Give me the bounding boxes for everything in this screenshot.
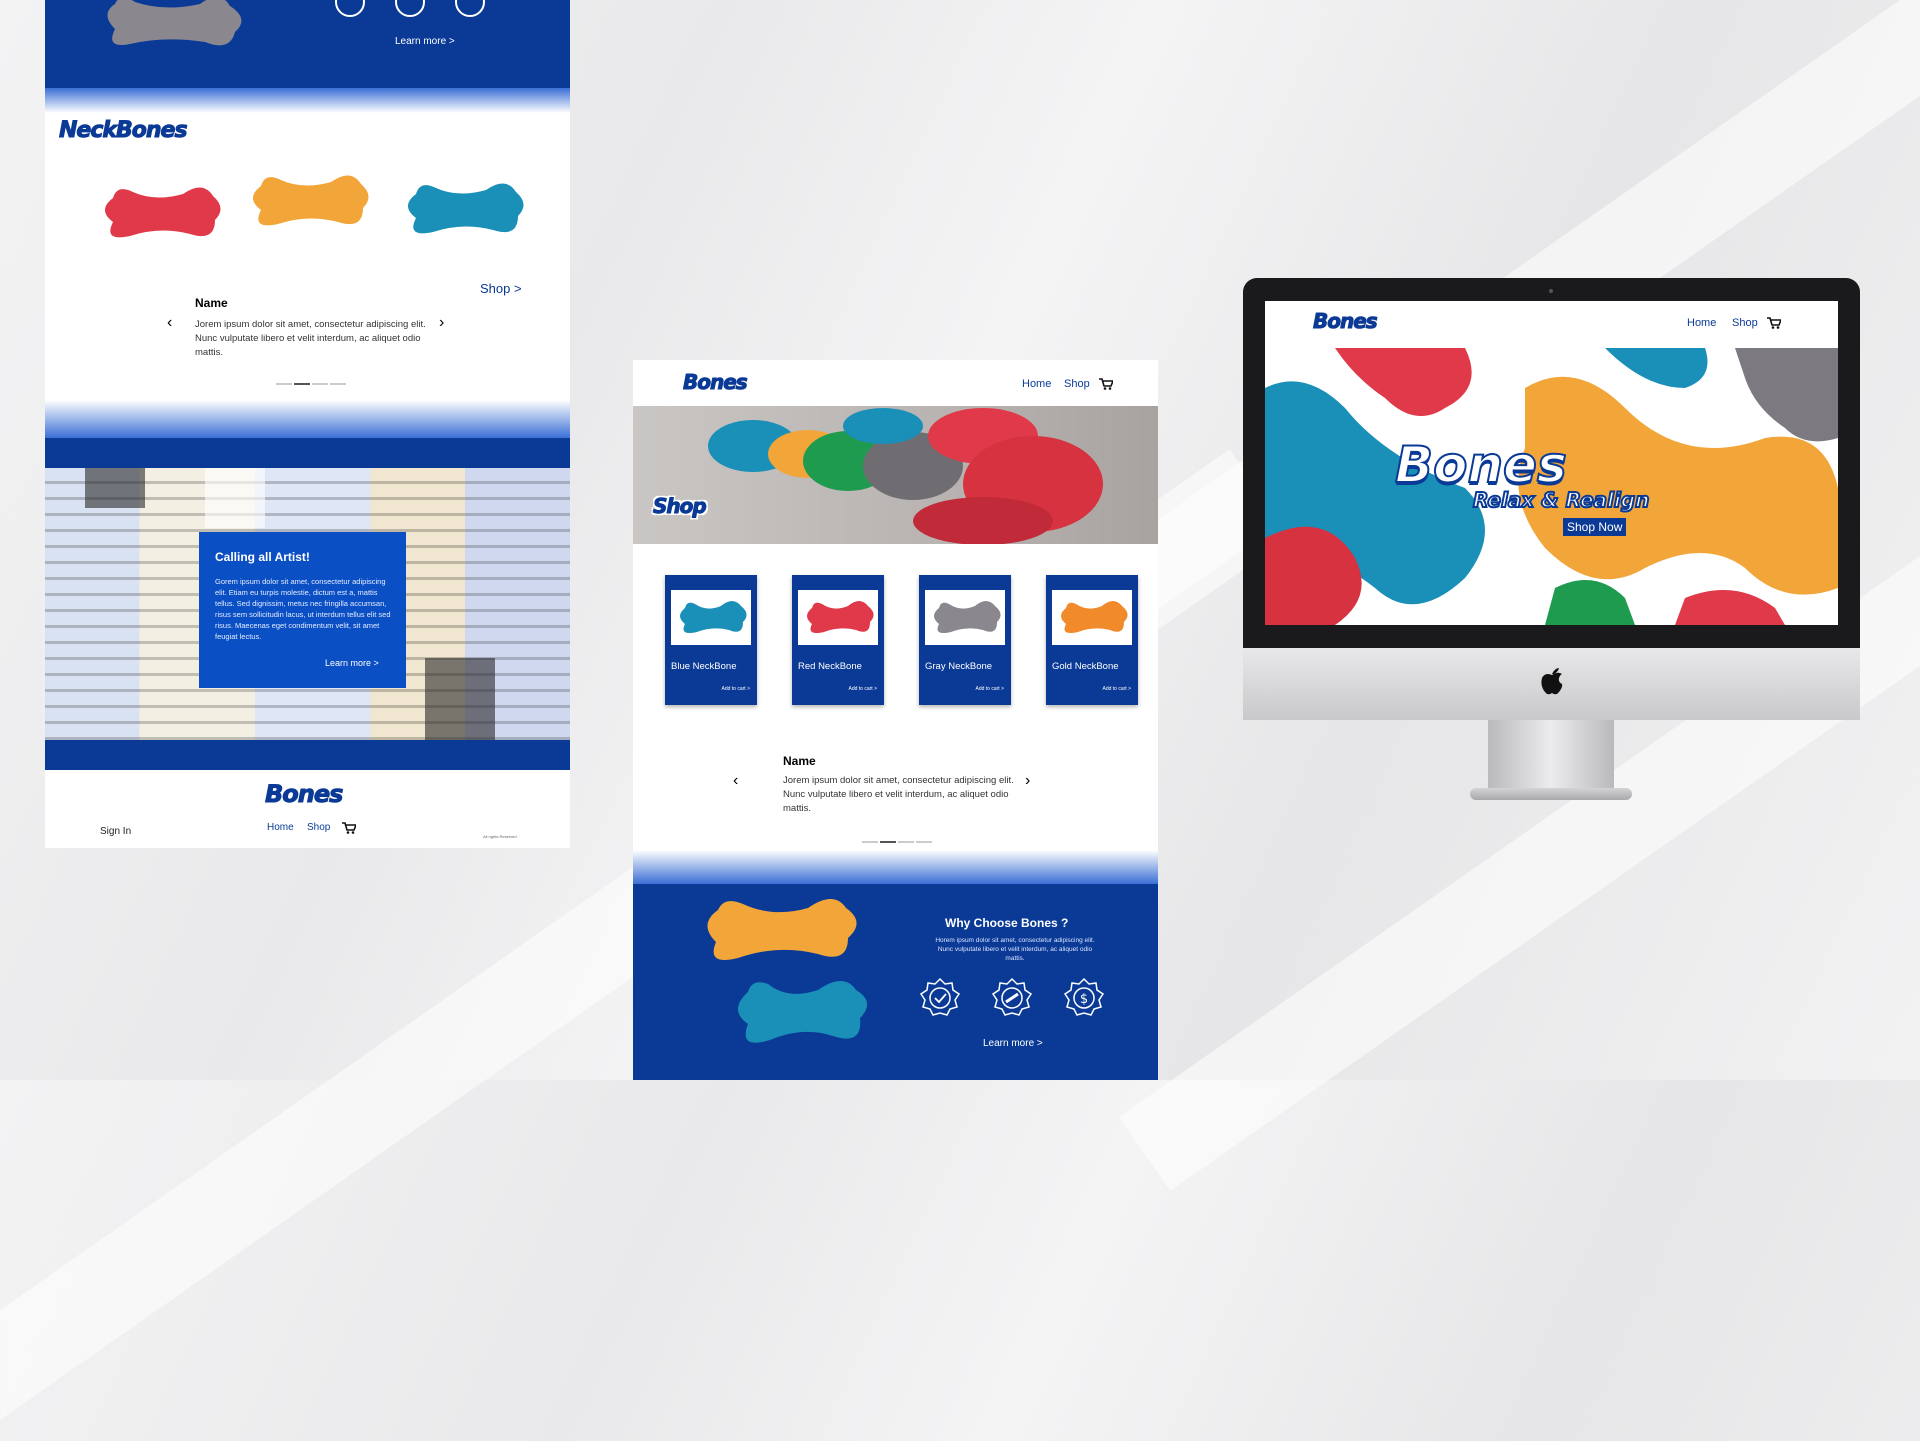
product-image[interactable] xyxy=(798,590,878,645)
svg-text:$: $ xyxy=(1080,992,1088,1007)
product-image[interactable] xyxy=(1052,590,1132,645)
testimonial-text: Jorem ipsum dolor sit amet, consectetur … xyxy=(783,775,1014,814)
gradient-fade xyxy=(45,400,570,438)
prev-arrow[interactable]: ‹ xyxy=(733,772,738,790)
artist-card-body: Gorem ipsum dolor sit amet, consectetur … xyxy=(215,577,391,641)
monitor-bezel: Bones Home Shop Bones Relax & Realign Sh… xyxy=(1243,278,1860,720)
nav-shop[interactable]: Shop xyxy=(1064,378,1090,390)
hero-image: Bones Relax & Realign Shop Now xyxy=(1265,348,1838,625)
testimonial-name: Name xyxy=(783,754,816,768)
hero-tagline: Relax & Realign xyxy=(1472,487,1650,513)
header-logo[interactable]: Bones xyxy=(683,370,749,395)
product-card[interactable]: Red NeckBone Add to cart > xyxy=(792,575,884,705)
product-bone-illustration xyxy=(1061,601,1128,633)
product-bone-illustration xyxy=(807,601,874,633)
product-grid: Blue NeckBone Add to cart > Red NeckBone… xyxy=(665,575,1138,705)
product-image[interactable] xyxy=(925,590,1005,645)
testimonial-name: Name xyxy=(195,296,228,310)
pillow-pile-illustration xyxy=(708,408,1103,545)
product-bone-illustration xyxy=(934,601,1001,633)
gradient-fade xyxy=(45,88,570,113)
left-page-mockup: Learn more > NeckBones Shop > ‹ Name Jor… xyxy=(45,0,570,848)
gold-bone-image[interactable] xyxy=(243,168,373,238)
next-arrow[interactable]: › xyxy=(1025,772,1030,790)
add-to-cart-link[interactable]: Add to cart > xyxy=(722,686,751,692)
add-to-cart-link[interactable]: Add to cart > xyxy=(849,686,878,692)
bone-badge-icon xyxy=(991,977,1033,1016)
blue-strip xyxy=(45,438,570,468)
footer-logo[interactable]: Bones xyxy=(264,780,343,809)
product-name: Red NeckBone xyxy=(798,661,862,672)
next-arrow[interactable]: › xyxy=(439,314,444,332)
gray-bone-image xyxy=(107,0,242,46)
product-image[interactable] xyxy=(671,590,751,645)
blue-strip xyxy=(45,740,570,770)
artist-card: Calling all Artist! Gorem ipsum dolor si… xyxy=(199,532,406,688)
apple-logo-icon xyxy=(1541,668,1563,695)
badge-icons xyxy=(335,0,485,17)
footer-home-link[interactable]: Home xyxy=(267,822,294,833)
nav-home[interactable]: Home xyxy=(1022,378,1051,390)
carousel-dots[interactable] xyxy=(861,830,933,848)
rights-text: All rights Reserved xyxy=(483,834,517,839)
blue-bone-image[interactable] xyxy=(398,176,528,246)
shop-now-button[interactable]: Shop Now xyxy=(1563,518,1627,536)
product-name: Blue NeckBone xyxy=(671,661,737,672)
carousel-dots[interactable] xyxy=(275,372,347,390)
add-to-cart-link[interactable]: Add to cart > xyxy=(1103,686,1132,692)
monitor-base xyxy=(1470,788,1632,800)
shop-page-mockup: Bones Home Shop Shop Blue NeckBone Add t… xyxy=(633,360,1158,1080)
why-section: Why Choose Bones ? Horem ipsum dolor sit… xyxy=(633,884,1158,1080)
section-title: NeckBones xyxy=(59,118,189,144)
product-card[interactable]: Blue NeckBone Add to cart > xyxy=(665,575,757,705)
monitor-screen: Bones Home Shop Bones Relax & Realign Sh… xyxy=(1265,301,1838,625)
cart-icon[interactable] xyxy=(342,822,356,834)
product-card[interactable]: Gray NeckBone Add to cart > xyxy=(919,575,1011,705)
screen-nav-shop[interactable]: Shop xyxy=(1732,317,1758,329)
bones-illustration xyxy=(707,899,868,1043)
monitor-chin xyxy=(1243,648,1860,720)
shop-hero-image: Shop xyxy=(633,406,1158,545)
checkmark-badge-icon xyxy=(919,977,961,1016)
artist-learn-more-link[interactable]: Learn more > xyxy=(325,658,379,668)
dollar-badge-icon: $ xyxy=(1063,977,1105,1016)
product-card[interactable]: Gold NeckBone Add to cart > xyxy=(1046,575,1138,705)
why-learn-more-link[interactable]: Learn more > xyxy=(983,1038,1043,1049)
camera-dot xyxy=(1549,289,1553,293)
screen-logo[interactable]: Bones xyxy=(1313,309,1379,334)
screen-nav-home[interactable]: Home xyxy=(1687,317,1716,329)
cart-icon[interactable] xyxy=(1099,378,1113,390)
product-bone-illustration xyxy=(680,601,747,633)
gradient-fade xyxy=(633,850,1158,884)
sign-in-link[interactable]: Sign In xyxy=(100,826,131,837)
product-name: Gray NeckBone xyxy=(925,661,993,672)
artist-card-title: Calling all Artist! xyxy=(215,550,310,564)
hero-logo: Bones xyxy=(1394,435,1568,495)
testimonial-text: Jorem ipsum dolor sit amet, consectetur … xyxy=(195,319,426,358)
footer-shop-link[interactable]: Shop xyxy=(307,822,330,833)
red-bone-image[interactable] xyxy=(95,180,225,250)
prev-arrow[interactable]: ‹ xyxy=(167,314,172,332)
product-name: Gold NeckBone xyxy=(1052,661,1119,672)
why-text: Horem ipsum dolor sit amet, consectetur … xyxy=(935,937,1095,962)
monitor-stand xyxy=(1488,720,1614,790)
shop-link[interactable]: Shop > xyxy=(480,281,522,296)
top-banner: Learn more > xyxy=(45,0,570,88)
hero-title: Shop xyxy=(653,494,708,519)
cart-icon[interactable] xyxy=(1767,317,1781,329)
why-title: Why Choose Bones ? xyxy=(945,916,1069,930)
learn-more-link[interactable]: Learn more > xyxy=(395,36,455,47)
add-to-cart-link[interactable]: Add to cart > xyxy=(976,686,1005,692)
